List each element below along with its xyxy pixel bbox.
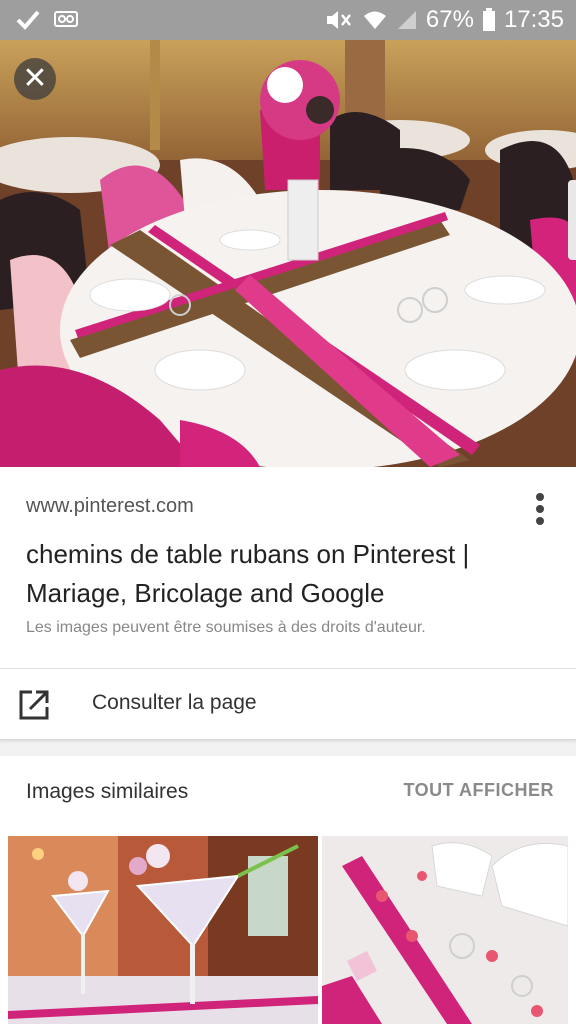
- battery-icon: [482, 8, 495, 31]
- copyright-notice: Les images peuvent être soumises à des d…: [26, 619, 426, 636]
- more-vert-icon: [530, 493, 550, 525]
- pink-ribbon-table-photo: [322, 836, 568, 1024]
- visit-page-button[interactable]: Consulter la page: [0, 669, 576, 740]
- more-options-button[interactable]: [530, 493, 550, 529]
- open-in-new-icon: [19, 690, 49, 720]
- wedding-table-photo: [0, 40, 576, 467]
- check-icon: [16, 10, 40, 30]
- status-right: 67% 17:35: [324, 6, 564, 34]
- similar-image-thumbnail[interactable]: [322, 836, 568, 1024]
- clock: 17:35: [503, 6, 564, 33]
- result-title[interactable]: chemins de table rubans on Pinterest | M…: [26, 535, 546, 613]
- mute-icon: [326, 11, 351, 29]
- show-all-button[interactable]: TOUT AFFICHER: [404, 780, 555, 801]
- battery-percentage: 67%: [425, 6, 474, 33]
- voicemail-icon: [54, 11, 78, 27]
- status-bar: 67% 17:35: [0, 0, 576, 40]
- scroll-indicator[interactable]: [568, 180, 576, 260]
- wifi-icon: [363, 11, 386, 29]
- similar-images-heading: Images similaires: [26, 780, 189, 803]
- source-domain[interactable]: www.pinterest.com: [26, 495, 194, 518]
- close-button[interactable]: ✕: [14, 58, 56, 100]
- martini-vase-centerpiece-photo: [8, 836, 318, 1024]
- similar-images-section: Images similaires TOUT AFFICHER: [0, 756, 576, 1024]
- similar-image-thumbnail[interactable]: [8, 836, 318, 1024]
- result-info-card: www.pinterest.com chemins de table ruban…: [0, 467, 576, 668]
- visit-page-label: Consulter la page: [92, 691, 257, 714]
- close-icon: ✕: [22, 62, 48, 95]
- signal-icon: [397, 11, 416, 29]
- main-image[interactable]: ✕: [0, 40, 576, 467]
- status-left: [16, 8, 78, 30]
